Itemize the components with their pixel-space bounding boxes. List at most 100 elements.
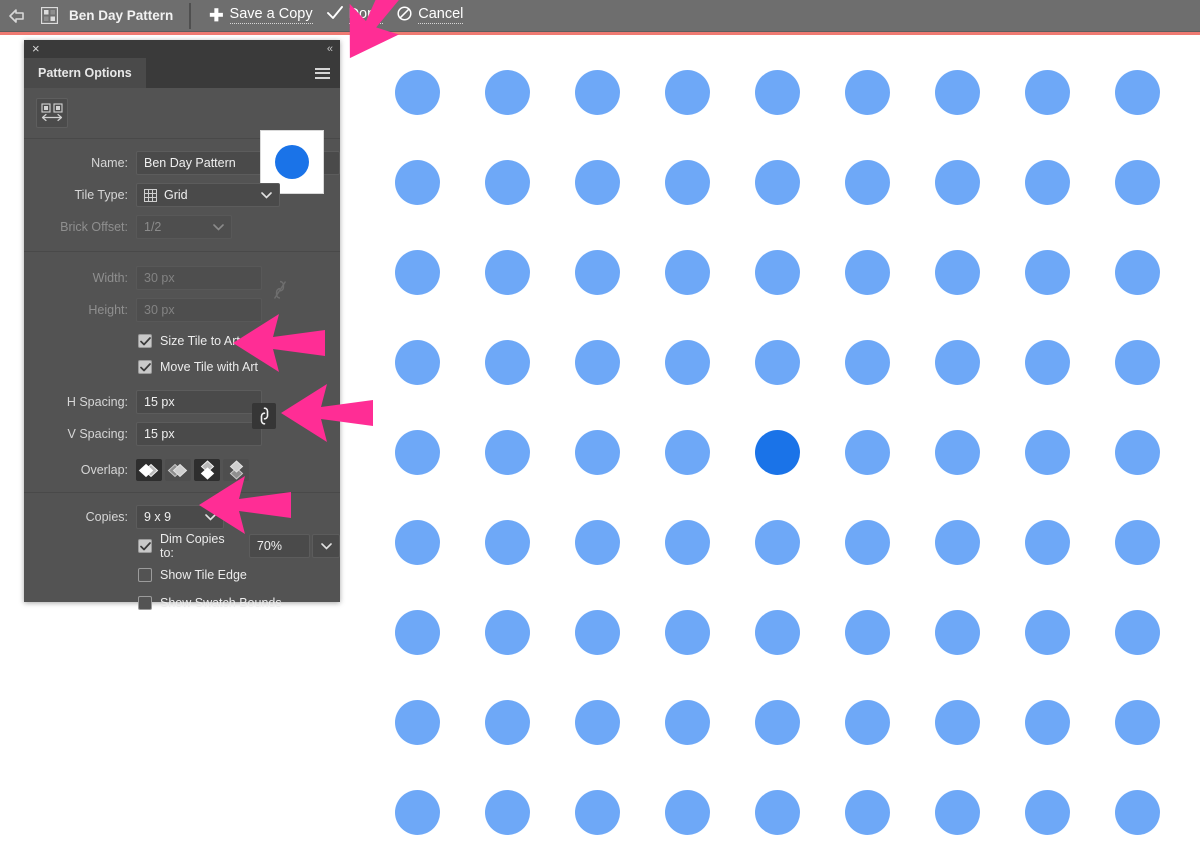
pattern-copy-dot: [844, 609, 890, 655]
pattern-copy-dot: [1024, 699, 1070, 745]
pattern-source-dot: [754, 429, 800, 475]
cancel-label: Cancel: [418, 6, 464, 24]
pattern-copy-dot: [1114, 519, 1160, 565]
pattern-copy-dot: [844, 429, 890, 475]
pattern-copy-dot: [574, 609, 620, 655]
spacing-link-button[interactable]: [252, 403, 276, 429]
pattern-copy-dot: [844, 159, 890, 205]
topbar-divider: [189, 2, 192, 29]
pattern-preview-canvas[interactable]: [341, 35, 1200, 864]
pattern-copy-dot: [664, 429, 710, 475]
pattern-copy-dot: [484, 609, 530, 655]
chain-link-icon[interactable]: [252, 403, 276, 429]
pattern-copy-dot: [844, 519, 890, 565]
show-tile-edge-label: Show Tile Edge: [160, 568, 247, 582]
grid-icon: [144, 188, 157, 202]
size-tile-to-art-label: Size Tile to Art: [160, 334, 240, 348]
pattern-copy-dot: [754, 609, 800, 655]
dim-copies-checkbox[interactable]: [138, 539, 152, 553]
pattern-name-title: Ben Day Pattern: [69, 8, 174, 23]
panel-divider-3: [24, 492, 340, 493]
height-label: Height:: [88, 303, 128, 317]
broken-link-icon: [272, 278, 288, 307]
pattern-copy-dot: [1024, 249, 1070, 295]
tile-tool-row: [24, 88, 340, 136]
pattern-copy-dot: [754, 159, 800, 205]
brick-offset-row: Brick Offset: 1/2: [24, 213, 340, 241]
pattern-copy-dot: [1024, 609, 1070, 655]
pattern-copy-dot: [934, 519, 980, 565]
pattern-copy-dot: [394, 519, 440, 565]
pattern-copy-dot: [484, 159, 530, 205]
copies-row: Copies: 9 x 9: [24, 503, 340, 531]
show-tile-edge-row[interactable]: Show Tile Edge: [24, 564, 340, 586]
name-label: Name:: [91, 156, 128, 170]
pattern-copy-dot: [394, 429, 440, 475]
show-tile-edge-checkbox[interactable]: [138, 568, 152, 582]
size-tile-to-art-checkbox[interactable]: [138, 334, 152, 348]
pattern-copy-dot: [664, 249, 710, 295]
pattern-copy-dot: [664, 519, 710, 565]
pattern-copy-dot: [754, 789, 800, 835]
pattern-copy-dot: [934, 249, 980, 295]
width-label: Width:: [92, 271, 128, 285]
pattern-copy-dot: [1024, 519, 1070, 565]
copies-value: 9 x 9: [144, 510, 172, 524]
panel-title-strip: × «: [24, 40, 340, 58]
pattern-swatch-preview-dot: [275, 145, 309, 179]
panel-tab-bar: Pattern Options: [24, 58, 340, 88]
pattern-copy-dot: [934, 69, 980, 115]
dim-copies-stepper[interactable]: [312, 534, 340, 558]
pattern-copy-dot: [844, 339, 890, 385]
copies-label: Copies:: [85, 510, 128, 524]
chevron-down-icon: [261, 184, 272, 206]
pattern-copy-dot: [844, 789, 890, 835]
pattern-copy-dot: [844, 249, 890, 295]
move-tile-with-art-checkbox[interactable]: [138, 360, 152, 374]
pattern-copy-dot: [754, 339, 800, 385]
pattern-copy-dot: [1114, 339, 1160, 385]
brick-offset-value: 1/2: [144, 220, 162, 234]
pattern-copy-dot: [754, 519, 800, 565]
v-spacing-label: V Spacing:: [67, 427, 128, 441]
v-spacing-input[interactable]: [136, 422, 262, 446]
h-spacing-input[interactable]: [136, 390, 262, 414]
overlap-row: Overlap:: [24, 456, 340, 484]
pattern-copy-dot: [934, 609, 980, 655]
pattern-tile-tool-icon[interactable]: [36, 98, 68, 128]
save-a-copy-label: Save a Copy: [229, 6, 313, 24]
pattern-copy-dot: [1114, 699, 1160, 745]
pattern-copy-dot: [1114, 249, 1160, 295]
close-icon[interactable]: ×: [32, 41, 40, 57]
pattern-copy-dot: [664, 789, 710, 835]
tile-type-select[interactable]: Grid: [136, 183, 280, 207]
pattern-copy-dot: [574, 429, 620, 475]
annotation-arrow-size-tile-to-art: [233, 312, 325, 379]
show-swatch-bounds-checkbox[interactable]: [138, 596, 152, 610]
show-swatch-bounds-row[interactable]: Show Swatch Bounds: [24, 592, 340, 614]
pattern-copy-dot: [1114, 69, 1160, 115]
pattern-copy-dot: [394, 699, 440, 745]
plus-icon: ✚: [209, 5, 224, 25]
tile-type-value: Grid: [164, 188, 188, 202]
pattern-copy-dot: [844, 69, 890, 115]
pattern-copy-dot: [574, 69, 620, 115]
pattern-copy-dot: [484, 519, 530, 565]
chevron-down-icon: [213, 216, 224, 238]
width-row: Width:: [24, 264, 340, 292]
pattern-copy-dot: [484, 789, 530, 835]
pattern-copy-dot: [1114, 789, 1160, 835]
pattern-copy-dot: [394, 249, 440, 295]
back-arrow-icon[interactable]: [0, 0, 34, 32]
overlap-left-in-front-button[interactable]: [136, 459, 162, 481]
pattern-copy-dot: [934, 159, 980, 205]
overlap-right-in-front-button[interactable]: [165, 459, 191, 481]
tab-pattern-options[interactable]: Pattern Options: [24, 58, 146, 88]
pattern-copy-dot: [934, 789, 980, 835]
pattern-copy-dot: [1114, 609, 1160, 655]
pattern-swatch-icon: [36, 0, 62, 32]
pattern-copy-dot: [394, 339, 440, 385]
panel-menu-icon[interactable]: [315, 58, 330, 88]
save-a-copy-button[interactable]: ✚ Save a Copy: [209, 5, 313, 25]
pattern-copy-dot: [394, 159, 440, 205]
